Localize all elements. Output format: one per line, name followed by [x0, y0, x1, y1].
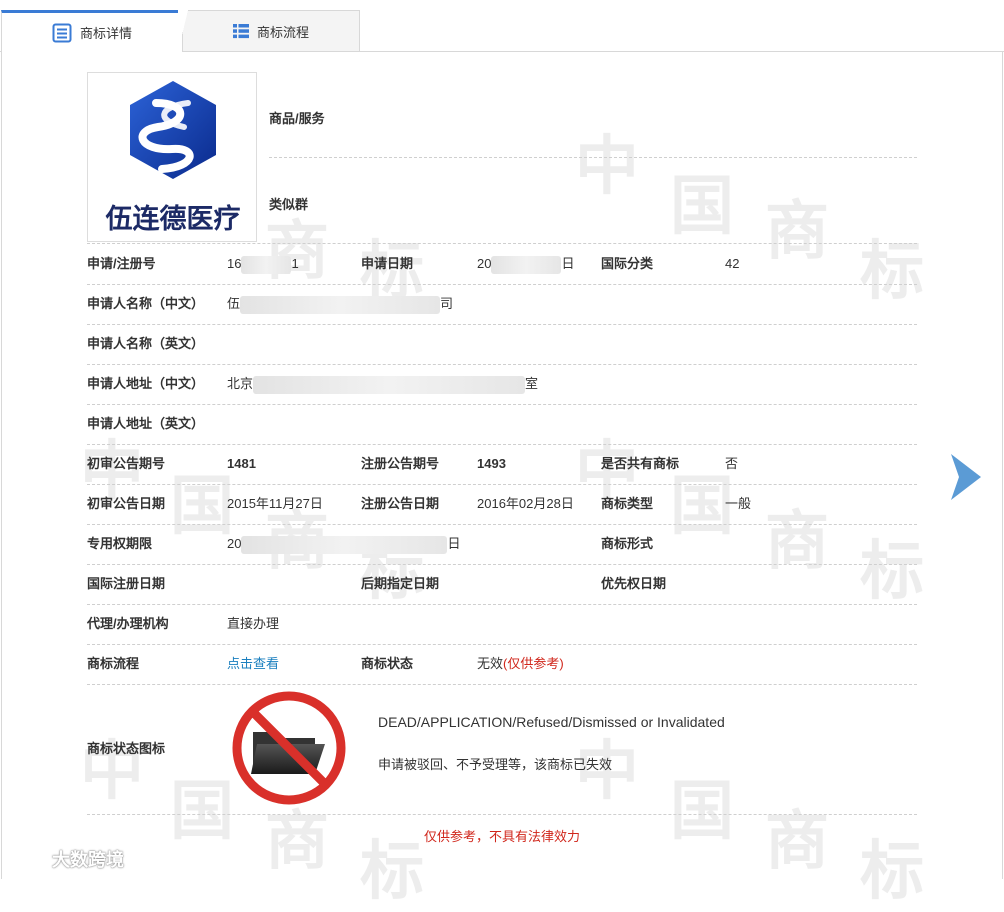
flow-label: 商标流程: [87, 656, 140, 671]
detail-row: 初审公告日期 2015年11月27日 注册公告日期 2016年02月28日 商标…: [87, 484, 917, 525]
brand-watermark: 大数跨境: [8, 846, 124, 872]
prelim-issue-value: 1481: [227, 456, 256, 471]
prelim-issue-label: 初审公告期号: [87, 456, 166, 471]
applicant-cn-value: 伍司: [227, 284, 453, 324]
address-cn-label: 申请人地址（中文）: [87, 376, 205, 391]
status-description-cn: 申请被驳回、不予受理等，该商标已失效: [378, 757, 613, 772]
address-cn-value: 北京室: [227, 364, 538, 404]
detail-row: 申请人地址（中文） 北京室: [87, 364, 917, 405]
detail-row: 初审公告期号 1481 注册公告期号 1493 是否共有商标 否: [87, 444, 917, 485]
applicant-en-label: 申请人名称（英文）: [87, 336, 205, 351]
view-flow-link[interactable]: 点击查看: [227, 644, 279, 684]
trademark-logo-image: 伍连德医疗: [87, 72, 257, 242]
status-icon-label: 商标状态图标: [87, 741, 166, 756]
priority-date-label: 优先权日期: [601, 576, 667, 591]
trademark-logo-text: 伍连德医疗: [105, 204, 241, 235]
apply-date-value: 20 日: [477, 244, 574, 284]
exclusive-period-value: 20 日: [227, 524, 460, 564]
intl-class-value: 42: [725, 256, 740, 271]
shared-mark-value: 否: [725, 456, 739, 471]
brand-watermark-text: 大数跨境: [52, 850, 124, 870]
detail-row: 专用权期限 20 日 商标形式: [87, 524, 917, 565]
prelim-date-value: 2015年11月27日: [227, 496, 323, 511]
mark-type-label: 商标类型: [601, 496, 654, 511]
detail-row: 申请人名称（英文）: [87, 324, 917, 365]
exclusive-period-label: 专用权期限: [87, 536, 153, 551]
detail-row: 申请人地址（英文）: [87, 404, 917, 445]
reg-issue-label: 注册公告期号: [361, 456, 440, 471]
status-text: 无效: [477, 656, 504, 671]
legal-disclaimer: 仅供参考，不具有法律效力: [423, 829, 580, 844]
intl-reg-date-label: 国际注册日期: [87, 576, 166, 591]
detail-row: 商标流程 点击查看 商标状态 无效(仅供参考): [87, 644, 917, 685]
address-en-label: 申请人地址（英文）: [87, 416, 205, 431]
reg-number-label: 申请/注册号: [87, 256, 156, 271]
reg-number-value: 16 1: [227, 244, 299, 284]
hexagon-helix-logo-icon: [130, 81, 216, 179]
trademark-details-panel: 伍连德医疗 商品/服务 类似群 申请/注册号 16 1 申请日期 20 日 国际分类…: [0, 0, 1004, 879]
detail-row: 代理/办理机构 直接办理: [87, 604, 917, 645]
applicant-cn-label: 申请人名称（中文）: [87, 296, 205, 311]
reg-issue-value: 1493: [477, 456, 506, 471]
prelim-date-label: 初审公告日期: [87, 496, 166, 511]
detail-row: 国际注册日期 后期指定日期 优先权日期: [87, 564, 917, 605]
folder-prohibited-icon: [232, 691, 346, 805]
next-arrow-icon[interactable]: [949, 452, 983, 502]
status-icon-row: 商标状态图标 DEAD/APPLICATION/Refused/Dismisse…: [87, 684, 917, 815]
tab-trademark-details-label: 商标详情: [79, 26, 132, 41]
document-list-icon: [52, 23, 72, 42]
shared-mark-label: 是否共有商标: [601, 456, 680, 471]
goods-services-label: 商品/服务: [269, 111, 325, 126]
reg-date-value: 2016年02月28日: [477, 496, 574, 511]
reg-date-label: 注册公告日期: [361, 496, 440, 511]
mark-form-label: 商标形式: [601, 536, 654, 551]
agent-label: 代理/办理机构: [87, 616, 169, 631]
status-note: (仅供参考): [503, 656, 564, 671]
status-value: 无效(仅供参考): [477, 644, 564, 684]
tab-trademark-details[interactable]: 商标详情: [1, 10, 182, 52]
brand-logo-icon: [9, 851, 47, 867]
status-description-en: DEAD/APPLICATION/Refused/Dismissed or In…: [378, 714, 725, 730]
later-designation-label: 后期指定日期: [361, 576, 440, 591]
agent-value: 直接办理: [227, 616, 280, 631]
detail-row: 申请人名称（中文） 伍司: [87, 284, 917, 325]
status-label: 商标状态: [361, 656, 414, 671]
similar-group-label: 类似群: [269, 197, 309, 212]
mark-type-value: 一般: [725, 496, 752, 511]
apply-date-label: 申请日期: [361, 256, 414, 271]
intl-class-label: 国际分类: [601, 256, 654, 271]
detail-row: 申请/注册号 16 1 申请日期 20 日 国际分类 42: [87, 244, 917, 285]
